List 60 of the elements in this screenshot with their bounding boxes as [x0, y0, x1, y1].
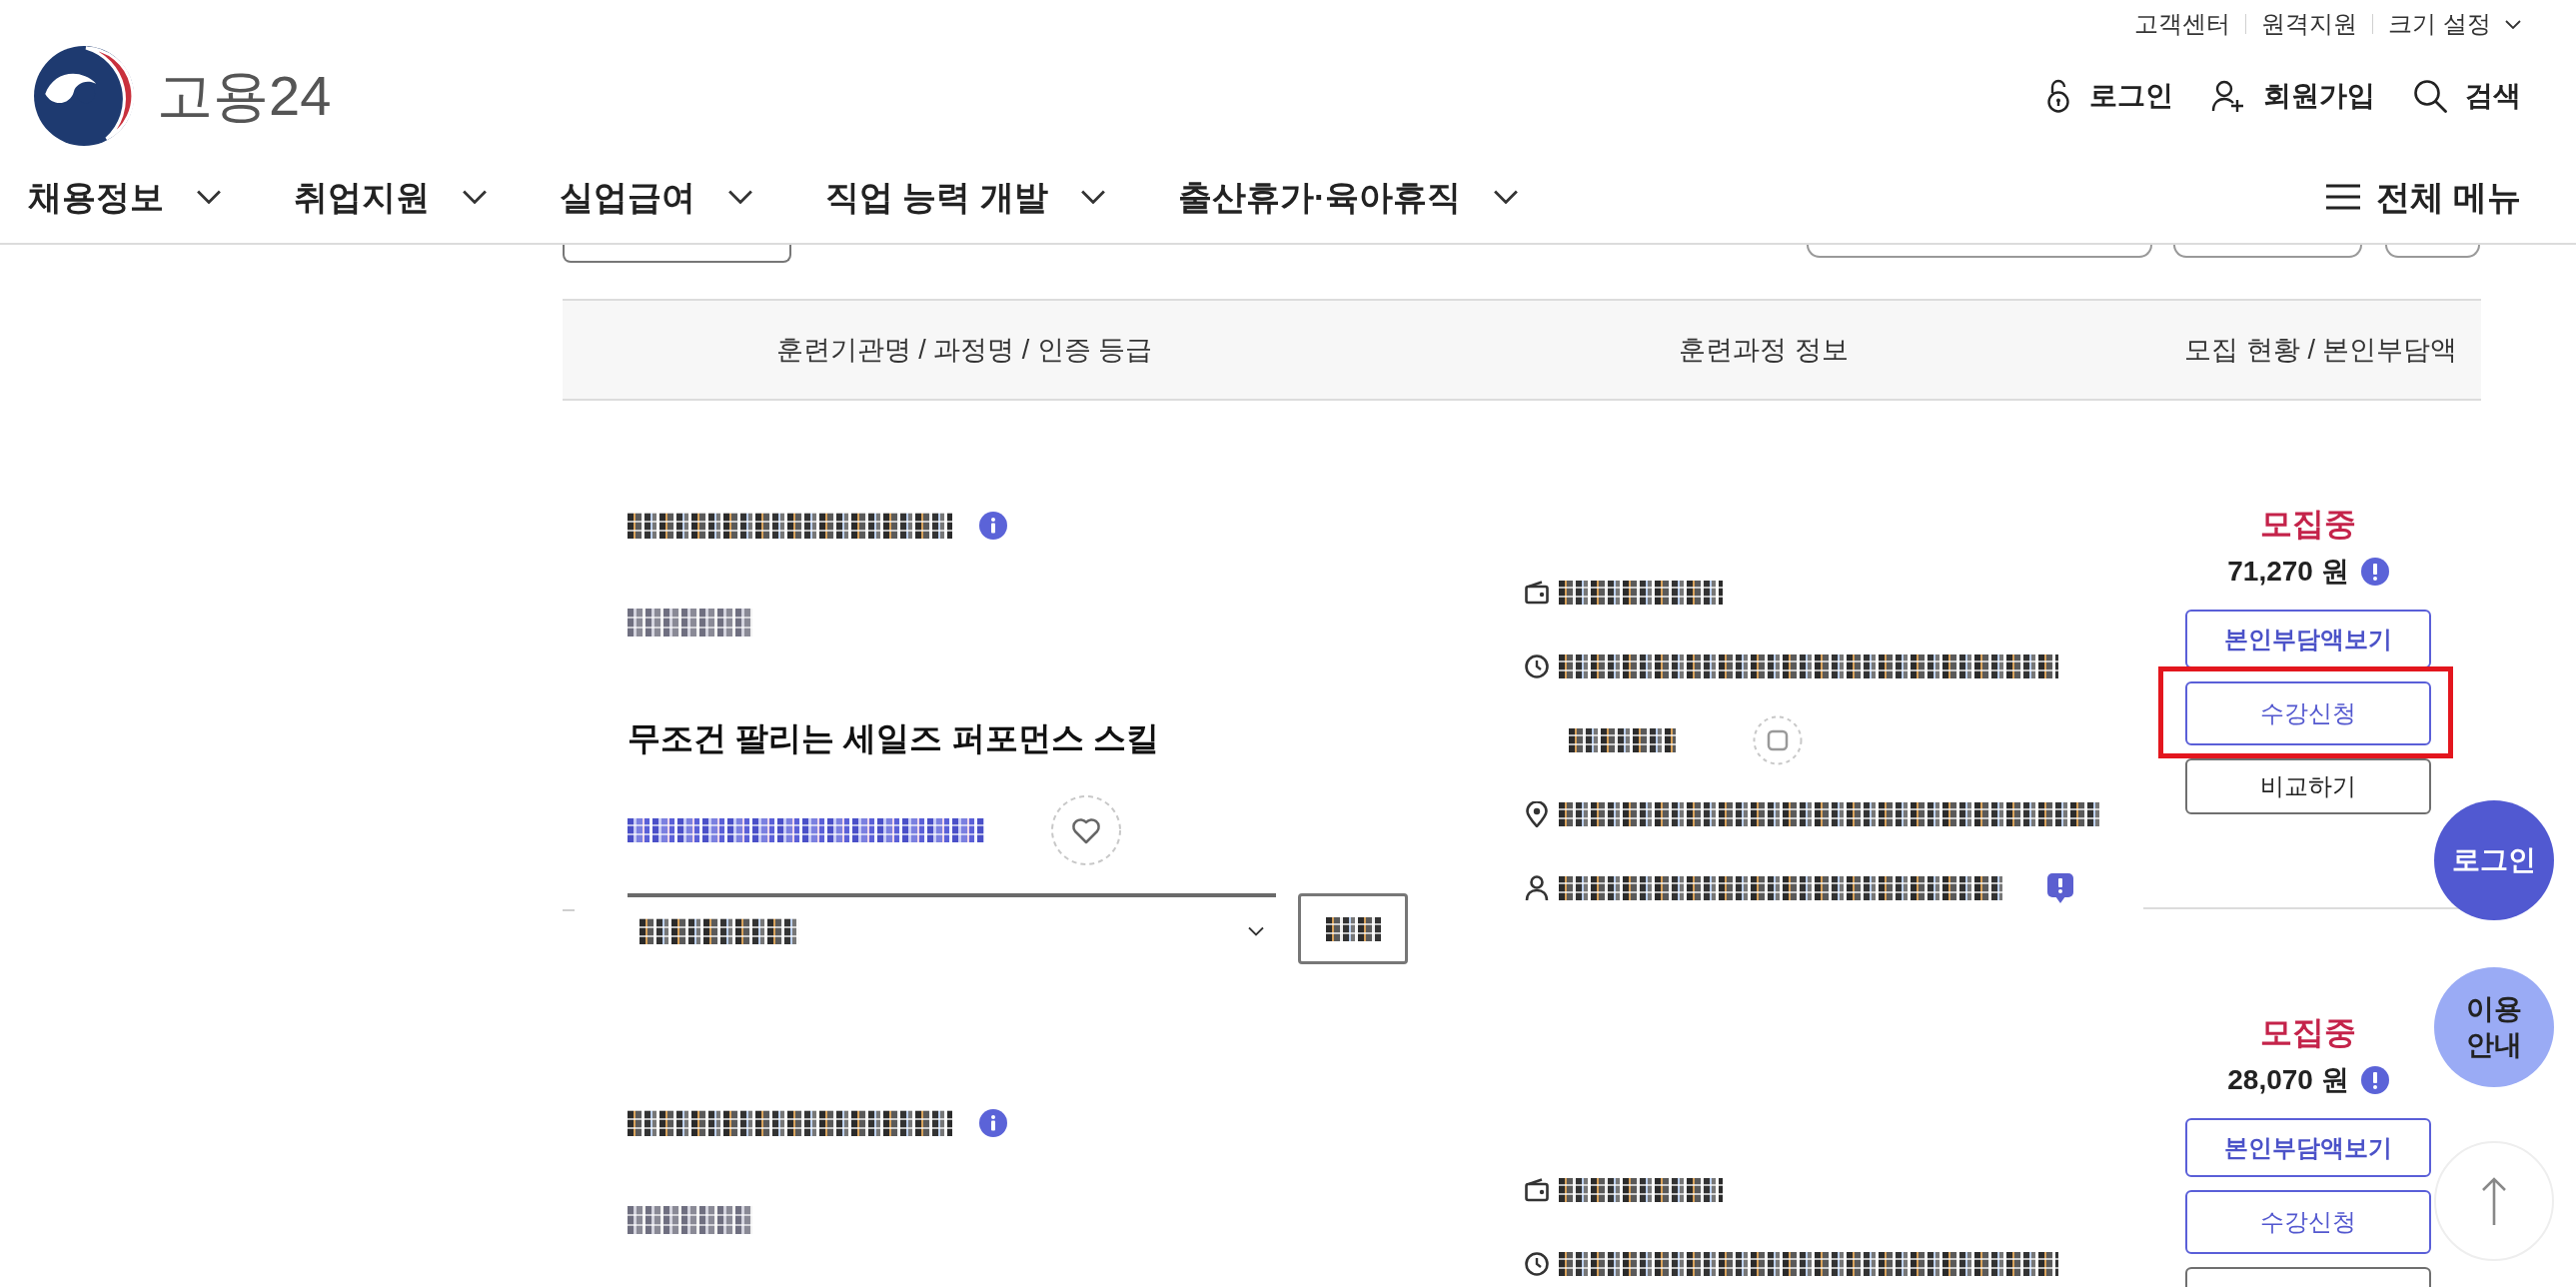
exclamation-icon[interactable]	[2360, 1066, 2389, 1094]
column-header: 훈련과정 정보	[1679, 336, 1849, 364]
unlocked-padlock-icon	[2045, 79, 2071, 113]
size-setting-dropdown[interactable]: 크기 설정	[2388, 12, 2521, 36]
nav-menu-item[interactable]: 직업 능력 개발	[825, 179, 1106, 214]
home-logo-link[interactable]: 고용24	[33, 45, 332, 147]
login-link[interactable]: 로그인	[2045, 79, 2173, 113]
arrow-up-icon	[2481, 1177, 2507, 1225]
column-header: 훈련기관명 / 과정명 / 인증 등급	[775, 336, 1153, 364]
utility-link[interactable]: 원격지원	[2261, 12, 2358, 36]
wallet-icon	[1525, 1178, 1549, 1202]
chevron-down-icon	[2505, 19, 2521, 29]
partial-button[interactable]	[2385, 245, 2480, 258]
nav-menu-item[interactable]: 채용정보	[28, 179, 222, 214]
exclamation-badge-icon[interactable]	[2047, 873, 2073, 903]
course-title: 무조건 팔리는 세일즈 퍼포먼스 스킬	[628, 718, 1159, 758]
apply-button[interactable]: 수강신청	[2185, 1190, 2431, 1254]
amount-text: 71,270 원	[2227, 555, 2349, 589]
person-icon	[1525, 875, 1549, 901]
view-cost-button[interactable]: 본인부담액보기	[2185, 1118, 2431, 1177]
chevron-down-icon	[1248, 925, 1264, 936]
partial-button[interactable]	[1807, 245, 2152, 258]
column-header: 모집 현황 / 본인부담액	[2184, 336, 2458, 364]
menu-icon	[2325, 183, 2360, 210]
apply-button[interactable]: 수강신청	[2185, 681, 2431, 745]
add-user-icon	[2211, 79, 2245, 113]
search-button[interactable]: 검색	[2413, 79, 2521, 113]
amount-text: 28,070 원	[2227, 1063, 2349, 1097]
partial-button[interactable]	[563, 245, 791, 263]
pixelated-text	[1325, 916, 1381, 941]
select-button[interactable]	[1298, 893, 1408, 964]
nav-menu-item[interactable]: 출산휴가·육아휴직	[1177, 179, 1520, 214]
partial-button[interactable]	[2173, 245, 2362, 258]
chevron-down-icon	[462, 189, 488, 204]
nav-menu-item[interactable]: 취업지원	[294, 179, 488, 214]
all-menu-button[interactable]: 전체 메뉴	[2325, 179, 2521, 214]
guide-button[interactable]: 이용 안내	[2434, 967, 2554, 1087]
view-cost-button[interactable]: 본인부담액보기	[2185, 610, 2431, 668]
clock-icon	[1525, 654, 1549, 678]
wallet-icon	[1525, 581, 1549, 605]
clock-icon	[1525, 1252, 1549, 1276]
square-in-circle-icon[interactable]	[1753, 715, 1803, 765]
exclamation-icon[interactable]	[2360, 558, 2389, 586]
compare-button[interactable]: 비교하기	[2185, 758, 2431, 814]
info-icon[interactable]	[979, 1109, 1007, 1137]
chevron-down-icon	[1079, 189, 1106, 204]
status-label: 모집중	[2260, 1013, 2356, 1052]
chevron-down-icon	[1493, 189, 1520, 204]
pixelated-link[interactable]	[628, 818, 984, 842]
chevron-down-icon	[196, 189, 222, 204]
status-label: 모집중	[2260, 505, 2356, 544]
utility-link[interactable]: 고객센터	[2134, 12, 2231, 36]
search-icon	[2413, 79, 2447, 113]
location-pin-icon	[1525, 801, 1549, 827]
chevron-down-icon	[727, 189, 753, 204]
nav-menu-item[interactable]: 실업급여	[560, 179, 753, 214]
info-icon[interactable]	[979, 512, 1007, 540]
signup-link[interactable]: 회원가입	[2211, 79, 2375, 113]
logo-icon[interactable]	[33, 45, 135, 147]
floating-login-button[interactable]: 로그인	[2434, 800, 2554, 920]
